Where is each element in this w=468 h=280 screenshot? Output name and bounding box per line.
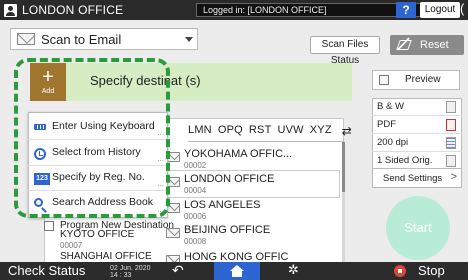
one-sided-icon — [446, 155, 456, 167]
setting-label: PDF — [377, 119, 396, 130]
entry-name: LOS ANGELES — [184, 199, 261, 211]
check-status-button[interactable]: Check Status — [8, 263, 85, 278]
bottom-bar: Check Status 02 Jun. 2020 14 : 33 ↶ ✲ St… — [0, 262, 468, 280]
home-icon — [230, 265, 244, 277]
setting-color[interactable]: B & W — [372, 98, 462, 116]
setting-label: 1 Sided Orig. — [377, 155, 433, 166]
list-item[interactable]: HONG KONG OFFIC — [166, 251, 344, 262]
scrollbar-thumb[interactable] — [342, 142, 345, 192]
stop-icon — [394, 265, 406, 277]
chevron-right-icon: > — [450, 171, 457, 183]
top-bar: LONDON OFFICE Logged in: [LONDON OFFICE]… — [0, 0, 468, 20]
user-icon — [4, 3, 17, 17]
entry-name: SHANGHAI OFFICE — [60, 251, 152, 262]
entry-number: 00008 — [184, 237, 207, 246]
index-tabs: LMN OPQ RST UVW XYZ ⇄ — [188, 124, 352, 140]
preview-toggle[interactable]: Preview — [372, 70, 460, 90]
user-label: LONDON OFFICE — [22, 3, 124, 17]
entry-name: BEIJING OFFICE — [184, 224, 271, 236]
setting-label: 200 dpi — [377, 137, 409, 148]
entry-number: 00002 — [184, 161, 207, 170]
preview-label: Preview — [405, 74, 441, 85]
time-label: 14 : 33 — [110, 272, 132, 279]
entry-number: 00004 — [184, 186, 207, 195]
eraser-icon — [396, 40, 412, 50]
user-indicator: LONDON OFFICE — [4, 2, 123, 18]
stop-label: Stop — [418, 263, 445, 278]
list-item[interactable]: BEIJING OFFICE 00008 — [166, 224, 344, 254]
tab-lmn[interactable]: LMN — [188, 124, 212, 140]
date-time: 02 Jun. 2020 14 : 33 — [110, 265, 150, 279]
help-button[interactable]: ? — [396, 2, 416, 18]
entry-name: LONDON OFFICE — [184, 173, 275, 185]
tab-opq[interactable]: OPQ — [218, 124, 243, 140]
envelope-icon — [166, 255, 180, 262]
scan-files-status-button[interactable]: Scan Files Status — [310, 36, 380, 66]
logout-button[interactable]: Logout — [420, 2, 460, 18]
gear-icon[interactable]: ✲ — [288, 262, 299, 278]
tab-divider — [188, 141, 344, 142]
entry-name: HONG KONG OFFIC — [184, 251, 289, 262]
checkbox[interactable] — [379, 75, 389, 85]
tab-uvw[interactable]: UVW — [278, 124, 304, 140]
swap-icon[interactable]: ⇄ — [342, 124, 352, 140]
list-item[interactable]: SHANGHAI OFFICE — [44, 251, 162, 262]
back-icon[interactable]: ↶ — [172, 262, 184, 279]
mail-icon — [17, 33, 35, 45]
setting-file-type[interactable]: PDF — [372, 116, 462, 134]
function-select-value: Scan to Email — [41, 31, 122, 47]
entry-name: YOKOHAMA OFFIC... — [184, 148, 293, 160]
login-status-field[interactable]: Logged in: [LONDON OFFICE] — [196, 3, 422, 17]
entry-name: KYOTO OFFICE — [60, 229, 135, 240]
highlight-annotation — [14, 58, 170, 218]
home-button[interactable] — [214, 262, 260, 280]
edge-glyph: ( — [460, 1, 465, 16]
setting-resolution[interactable]: 200 dpi — [372, 134, 462, 152]
send-settings-label: Send Settings — [383, 173, 443, 184]
tab-xyz[interactable]: XYZ — [310, 124, 332, 140]
chevron-down-icon — [185, 37, 193, 42]
send-settings-button[interactable]: Send Settings > — [372, 168, 462, 188]
bw-icon — [446, 101, 456, 113]
reset-button[interactable]: Reset — [390, 35, 464, 55]
pdf-icon — [446, 119, 456, 131]
entry-number: 00007 — [60, 241, 83, 250]
setting-label: B & W — [377, 101, 404, 112]
date-label: 02 Jun. 2020 — [110, 265, 151, 272]
stop-button[interactable]: Stop — [388, 262, 468, 280]
function-select[interactable]: Scan to Email — [10, 28, 198, 50]
reset-label: Reset — [420, 39, 449, 51]
tab-rst[interactable]: RST — [249, 124, 272, 140]
resolution-icon — [446, 137, 456, 149]
start-button[interactable]: Start — [386, 196, 450, 260]
entry-number: 00006 — [184, 212, 207, 221]
